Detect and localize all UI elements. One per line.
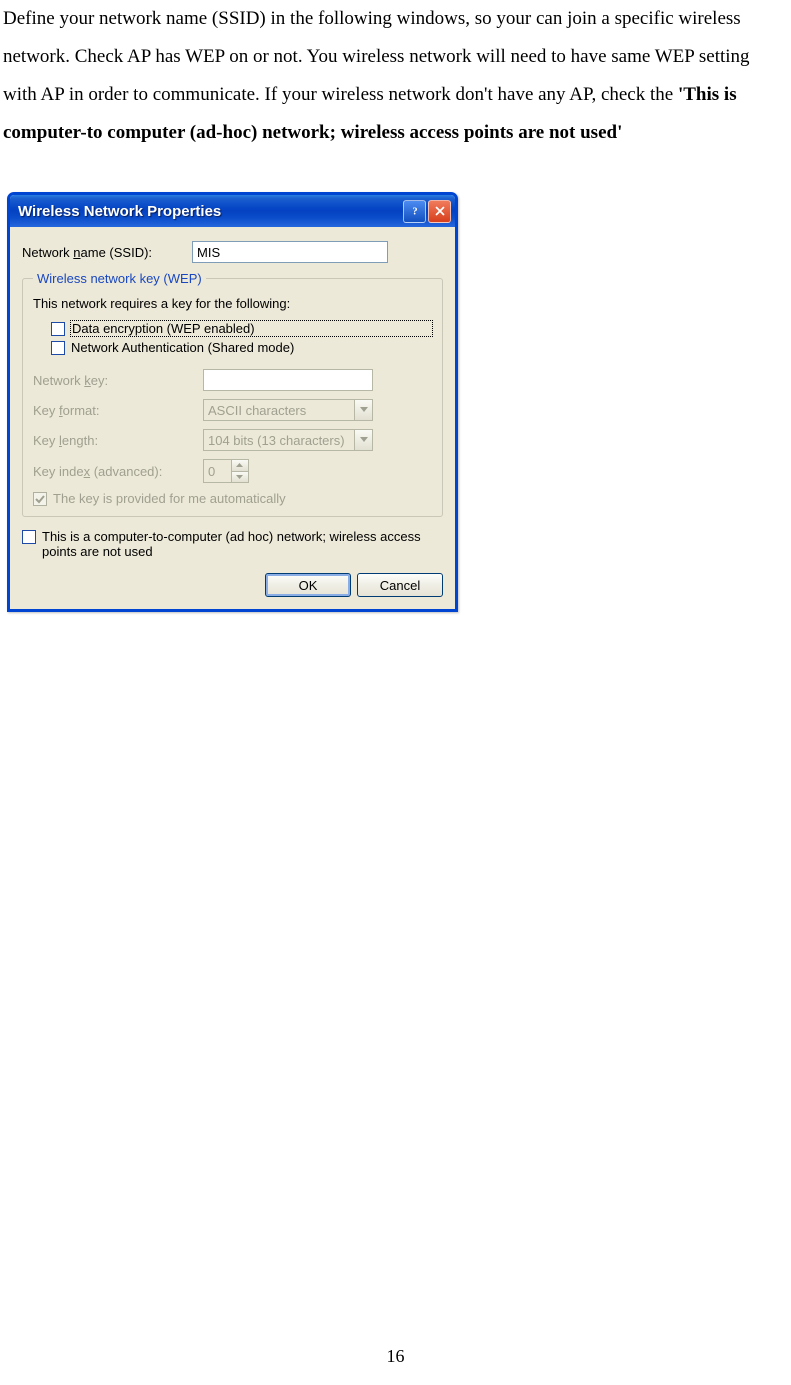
network-key-label: Network key: bbox=[33, 373, 203, 388]
close-button[interactable] bbox=[428, 200, 451, 223]
instruction-paragraph: Define your network name (SSID) in the f… bbox=[3, 0, 788, 152]
chevron-down-icon bbox=[354, 430, 372, 450]
key-index-spinner: 0 bbox=[203, 459, 249, 483]
network-name-label: Network name (SSID): bbox=[22, 245, 192, 260]
network-name-row: Network name (SSID): bbox=[22, 241, 443, 263]
key-format-row: Key format: ASCII characters bbox=[33, 399, 432, 421]
wep-group-legend: Wireless network key (WEP) bbox=[33, 271, 206, 286]
key-format-value: ASCII characters bbox=[204, 403, 354, 418]
spinner-up-icon bbox=[232, 460, 248, 472]
wep-group: Wireless network key (WEP) This network … bbox=[22, 271, 443, 517]
network-auth-row[interactable]: Network Authentication (Shared mode) bbox=[51, 340, 432, 355]
title-bar[interactable]: Wireless Network Properties ? bbox=[10, 195, 455, 227]
page-number: 16 bbox=[0, 1346, 791, 1367]
wireless-properties-dialog: Wireless Network Properties ? Network na… bbox=[7, 192, 458, 612]
network-key-row: Network key: bbox=[33, 369, 432, 391]
network-auth-checkbox[interactable] bbox=[51, 341, 65, 355]
data-encryption-label: Data encryption (WEP enabled) bbox=[71, 321, 432, 336]
auto-key-checkbox bbox=[33, 492, 47, 506]
data-encryption-row[interactable]: Data encryption (WEP enabled) bbox=[51, 321, 432, 336]
key-index-label: Key index (advanced): bbox=[33, 464, 203, 479]
auto-key-label: The key is provided for me automatically bbox=[53, 491, 432, 506]
adhoc-checkbox[interactable] bbox=[22, 530, 36, 544]
dialog-button-row: OK Cancel bbox=[22, 573, 443, 597]
adhoc-row[interactable]: This is a computer-to-computer (ad hoc) … bbox=[22, 529, 443, 559]
auto-key-row: The key is provided for me automatically bbox=[33, 491, 432, 506]
close-icon bbox=[434, 205, 446, 217]
help-button[interactable]: ? bbox=[403, 200, 426, 223]
titlebar-buttons: ? bbox=[403, 200, 451, 223]
network-key-input bbox=[203, 369, 373, 391]
key-length-row: Key length: 104 bits (13 characters) bbox=[33, 429, 432, 451]
check-icon bbox=[35, 494, 45, 504]
dialog-body: Network name (SSID): Wireless network ke… bbox=[10, 227, 455, 609]
chevron-down-icon bbox=[354, 400, 372, 420]
key-length-value: 104 bits (13 characters) bbox=[204, 433, 354, 448]
wep-group-description: This network requires a key for the foll… bbox=[33, 296, 432, 311]
key-format-select: ASCII characters bbox=[203, 399, 373, 421]
key-length-select: 104 bits (13 characters) bbox=[203, 429, 373, 451]
key-length-label: Key length: bbox=[33, 433, 203, 448]
cancel-button[interactable]: Cancel bbox=[357, 573, 443, 597]
instruction-text: Define your network name (SSID) in the f… bbox=[3, 8, 750, 105]
key-index-value: 0 bbox=[204, 460, 231, 482]
key-index-row: Key index (advanced): 0 bbox=[33, 459, 432, 483]
window-title: Wireless Network Properties bbox=[18, 203, 403, 220]
help-icon: ? bbox=[408, 204, 422, 218]
network-auth-label: Network Authentication (Shared mode) bbox=[71, 340, 432, 355]
data-encryption-checkbox[interactable] bbox=[51, 322, 65, 336]
ok-button[interactable]: OK bbox=[265, 573, 351, 597]
spinner-down-icon bbox=[232, 472, 248, 483]
network-name-input[interactable] bbox=[192, 241, 388, 263]
adhoc-label: This is a computer-to-computer (ad hoc) … bbox=[42, 529, 443, 559]
key-format-label: Key format: bbox=[33, 403, 203, 418]
svg-text:?: ? bbox=[412, 207, 417, 218]
